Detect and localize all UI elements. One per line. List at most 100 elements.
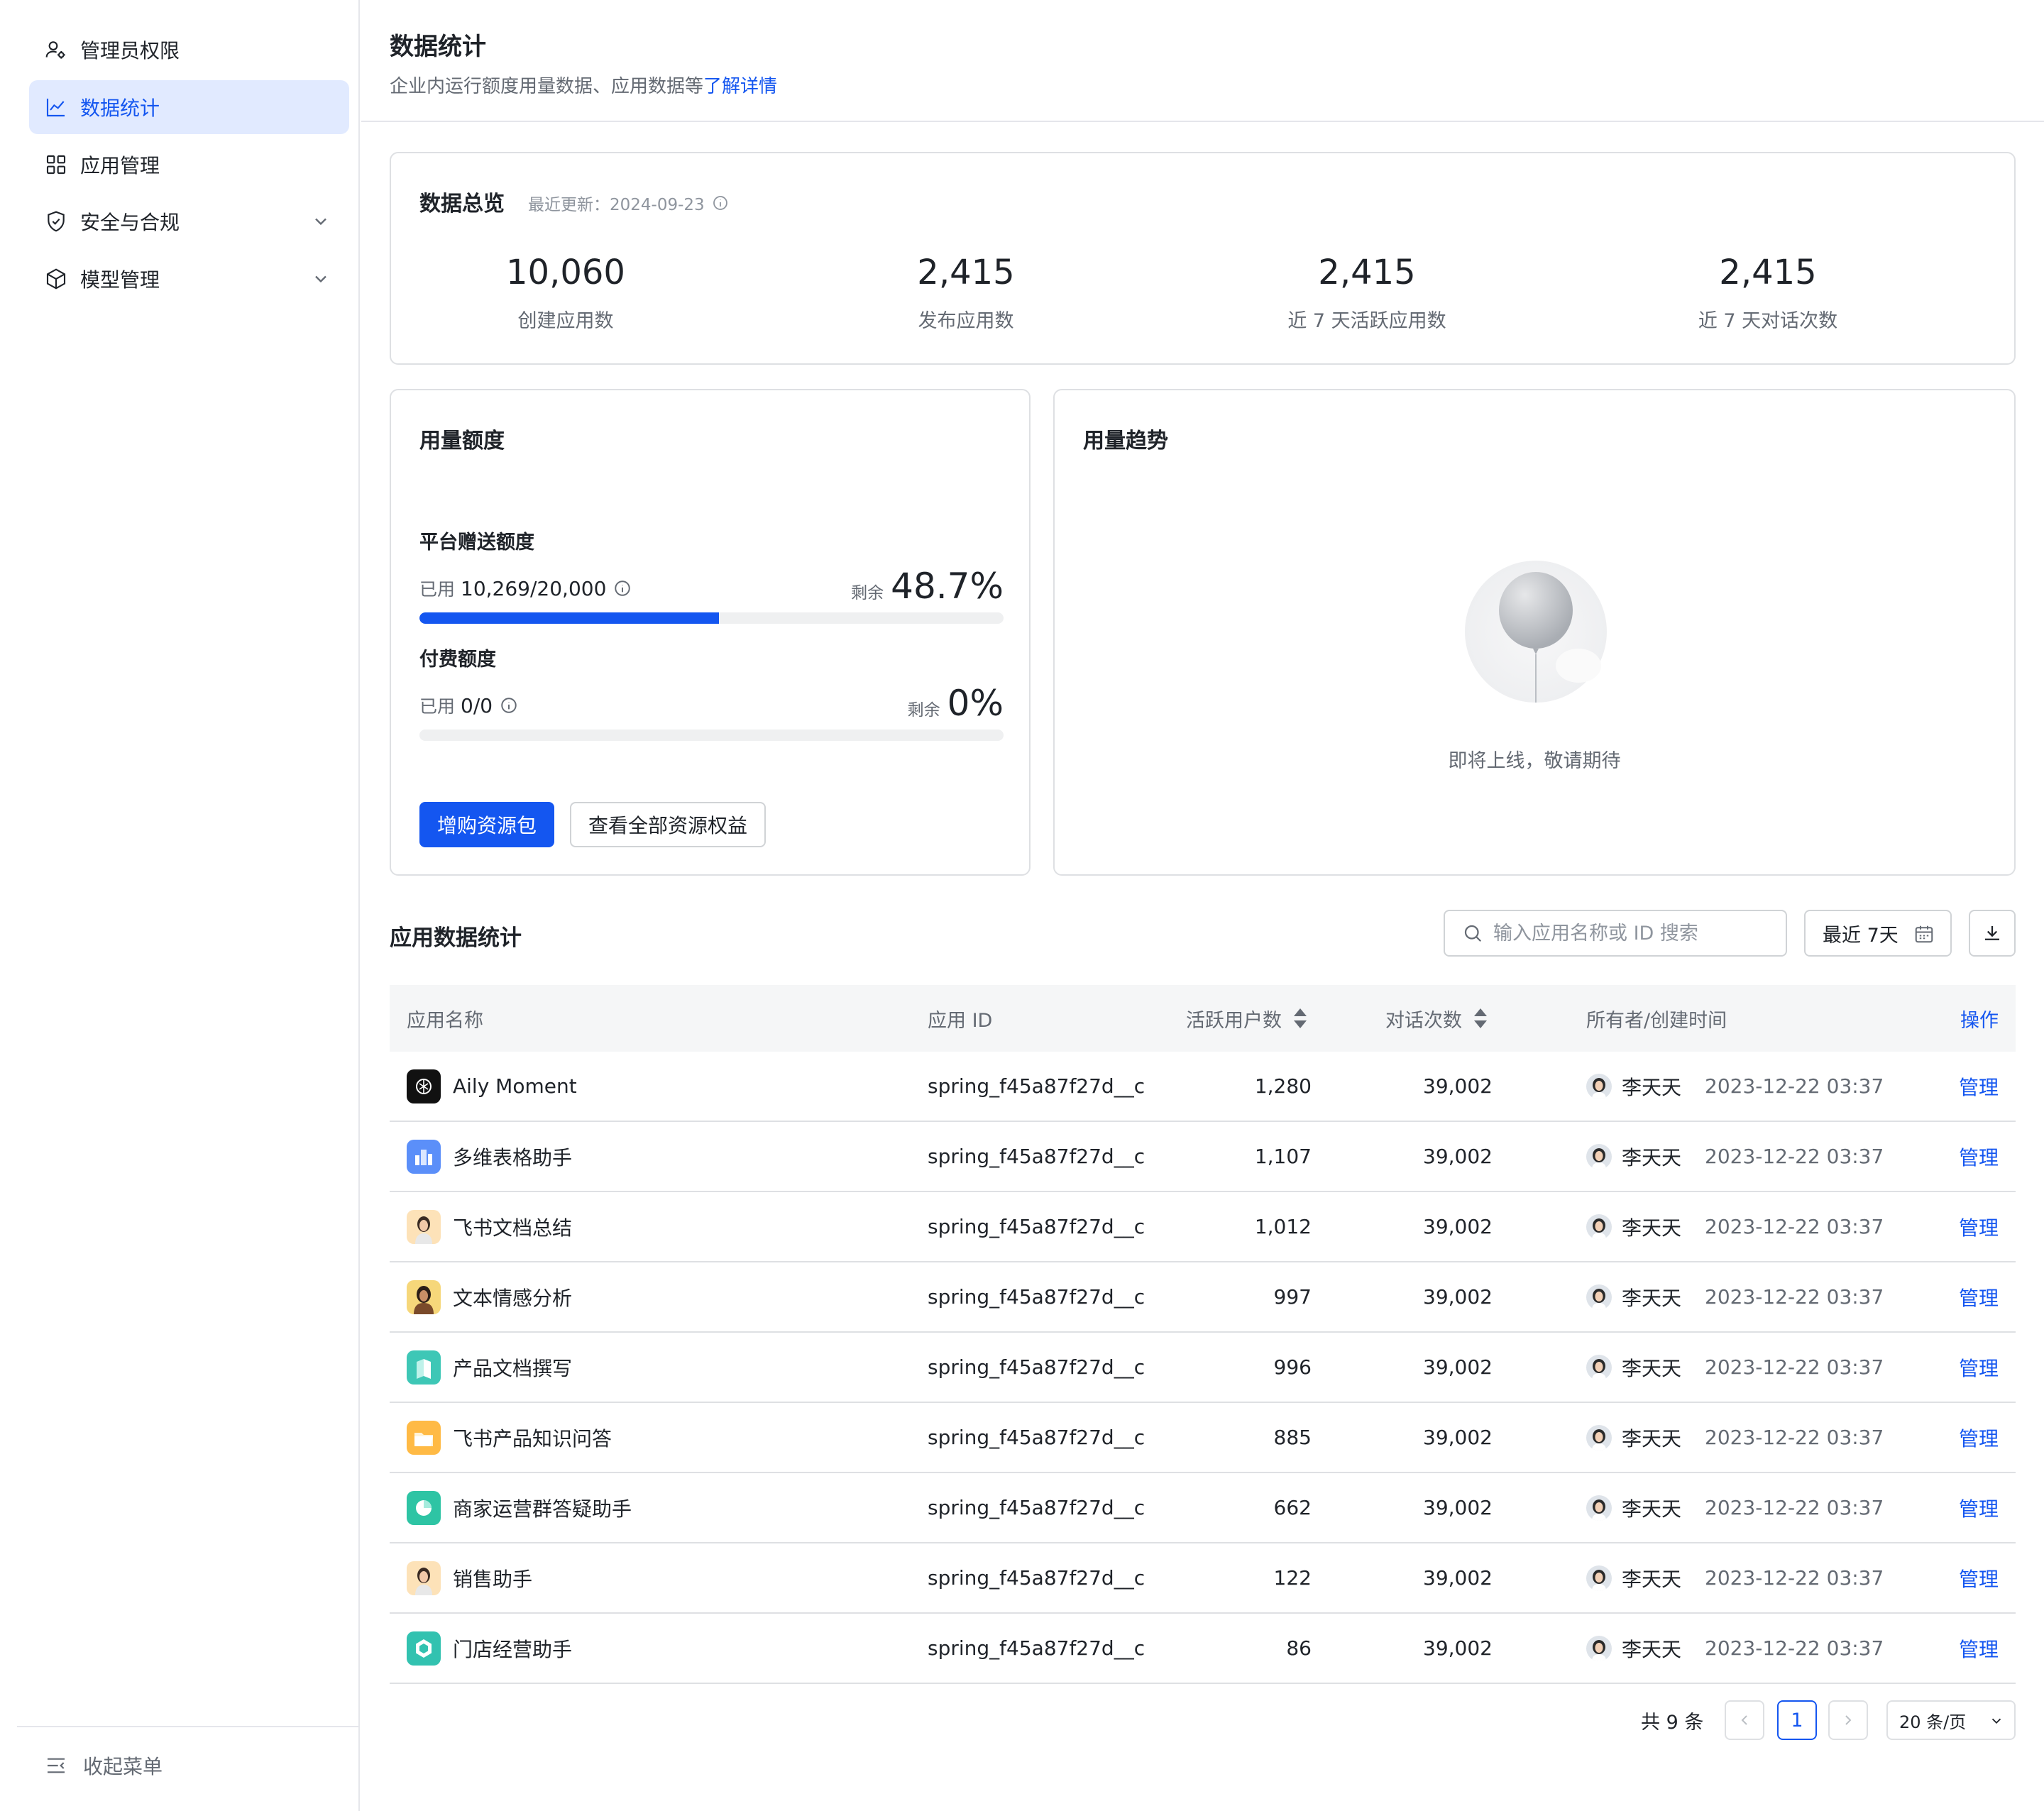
sidebar-item-statistics[interactable]: 数据统计 (29, 80, 349, 134)
learn-more-link[interactable]: 了解详情 (703, 76, 777, 97)
app-name: 销售助手 (453, 1567, 533, 1591)
owner-cell: 李天天 (1586, 1192, 1681, 1261)
column-header-label: 对话次数 (1385, 1009, 1462, 1032)
page-description: 企业内运行额度用量数据、应用数据等了解详情 (390, 72, 777, 98)
app-data-table: 应用名称 应用 ID 活跃用户数 对话次数 所有者/创建时间 操作 Aily M… (390, 985, 2016, 1684)
app-icon (407, 1631, 441, 1666)
next-page-button[interactable] (1828, 1700, 1868, 1740)
created-time: 2023-12-22 03:37 (1705, 1215, 1884, 1238)
app-icon (407, 1560, 441, 1595)
collapse-menu-button[interactable]: 收起菜单 (45, 1751, 163, 1780)
trend-title: 用量趋势 (1083, 429, 1168, 453)
owner-name: 李天天 (1622, 1356, 1682, 1380)
manage-link[interactable]: 管理 (1959, 1333, 1999, 1402)
owner-name: 李天天 (1622, 1567, 1682, 1591)
sidebar-item-label: 应用管理 (80, 154, 160, 177)
last-update-text: 最近更新：2024-09-23 (528, 196, 705, 214)
manage-link[interactable]: 管理 (1959, 1052, 1999, 1121)
app-icon (407, 1209, 441, 1244)
manage-link[interactable]: 管理 (1959, 1192, 1999, 1261)
page-number-button[interactable]: 1 (1777, 1700, 1817, 1740)
header-divider (361, 121, 2044, 122)
manage-link[interactable]: 管理 (1959, 1543, 1999, 1612)
download-button[interactable] (1969, 910, 2016, 957)
app-name-cell: 多维表格助手 (407, 1122, 572, 1191)
column-header-name: 应用名称 (407, 1009, 483, 1032)
app-name-cell: 商家运营群答疑助手 (407, 1473, 632, 1542)
balloon-empty-icon (1465, 561, 1607, 703)
date-range-label: 最近 7天 (1823, 924, 1899, 947)
quota-remaining-label: 剩余 (851, 584, 884, 602)
quota-used-label: 已用 (419, 696, 456, 717)
sort-icon[interactable] (1293, 1008, 1307, 1028)
shield-icon (48, 211, 65, 232)
info-icon[interactable] (500, 696, 518, 715)
stat-published-apps: 2,415 发布应用数 (824, 253, 1108, 333)
sidebar-item-label: 管理员权限 (80, 39, 180, 62)
owner-name: 李天天 (1622, 1637, 1682, 1661)
info-icon[interactable] (712, 194, 729, 211)
owner-name: 李天天 (1622, 1497, 1682, 1521)
chevron-left-icon (1741, 1715, 1747, 1725)
active-users: 1,280 (1254, 1074, 1312, 1098)
trend-card: 用量趋势 即将上线，敬请期待 (1053, 389, 2016, 876)
column-header-conversations[interactable]: 对话次数 (1385, 985, 1488, 1052)
line-chart-icon (46, 99, 65, 117)
manage-link[interactable]: 管理 (1959, 1473, 1999, 1542)
page-size-label: 20 条/页 (1899, 1712, 1967, 1732)
manage-link[interactable]: 管理 (1959, 1122, 1999, 1191)
chevron-down-icon (1991, 1718, 2001, 1724)
chevron-down-icon[interactable] (311, 211, 331, 231)
view-all-resources-button[interactable]: 查看全部资源权益 (570, 802, 766, 847)
sidebar-item-models[interactable]: 模型管理 (29, 252, 349, 306)
stat-value: 2,415 (917, 253, 1015, 292)
calendar-icon (1915, 925, 1933, 943)
table-row: 飞书文档总结 spring_f45a87f27d__c 1,012 39,002 李天天… (390, 1192, 2016, 1262)
conversation-count: 39,002 (1423, 1355, 1493, 1379)
sidebar: 管理员权限 数据统计 应用管理 安全与合规 模型管理 收起菜单 (0, 0, 360, 1811)
search-input[interactable] (1493, 922, 1763, 945)
owner-name: 李天天 (1622, 1145, 1682, 1169)
column-header-operation: 操作 (1960, 1009, 1999, 1032)
overview-title: 数据总览 (419, 192, 505, 216)
app-icon (407, 1139, 441, 1174)
created-time: 2023-12-22 03:37 (1705, 1566, 1884, 1590)
app-icon (407, 1350, 441, 1385)
sidebar-item-security[interactable]: 安全与合规 (29, 194, 349, 248)
search-box[interactable] (1444, 910, 1787, 957)
app-name: 门店经营助手 (453, 1637, 573, 1661)
app-name: Aily Moment (453, 1074, 577, 1098)
manage-link[interactable]: 管理 (1959, 1403, 1999, 1472)
search-icon (1464, 925, 1482, 942)
manage-link[interactable]: 管理 (1959, 1614, 1999, 1683)
sidebar-item-admin[interactable]: 管理员权限 (29, 23, 349, 77)
date-range-picker[interactable]: 最近 7天 (1804, 910, 1952, 957)
quota-remaining-value: 48.7% (891, 566, 1004, 607)
chevron-down-icon[interactable] (311, 269, 331, 289)
app-name-cell: 门店经营助手 (407, 1614, 572, 1683)
page-size-select[interactable]: 20 条/页 (1886, 1700, 2016, 1740)
section-title: 应用数据统计 (390, 925, 522, 951)
download-icon (1985, 926, 1999, 940)
column-header-active-users[interactable]: 活跃用户数 (1186, 985, 1307, 1052)
manage-link[interactable]: 管理 (1959, 1262, 1999, 1331)
app-name: 商家运营群答疑助手 (453, 1497, 632, 1521)
sidebar-item-label: 安全与合规 (80, 211, 180, 234)
stat-label: 发布应用数 (918, 310, 1014, 332)
avatar (1586, 1495, 1612, 1521)
quota-used: 已用 10,269/20,000 (419, 576, 632, 601)
owner-cell: 李天天 (1586, 1333, 1681, 1402)
app-icon (407, 1279, 441, 1314)
app-name-cell: Aily Moment (407, 1052, 577, 1121)
quota-name: 平台赠送额度 (419, 532, 534, 554)
info-icon[interactable] (613, 579, 632, 598)
conversation-count: 39,002 (1423, 1496, 1493, 1519)
prev-page-button[interactable] (1725, 1700, 1764, 1740)
app-icon (407, 1069, 441, 1103)
sidebar-item-apps[interactable]: 应用管理 (29, 138, 349, 192)
avatar (1586, 1284, 1612, 1310)
sort-icon[interactable] (1473, 1008, 1488, 1028)
quota-remaining-value: 0% (947, 683, 1004, 724)
buy-resource-pack-button[interactable]: 增购资源包 (419, 802, 554, 847)
quota-name: 付费额度 (419, 649, 496, 671)
